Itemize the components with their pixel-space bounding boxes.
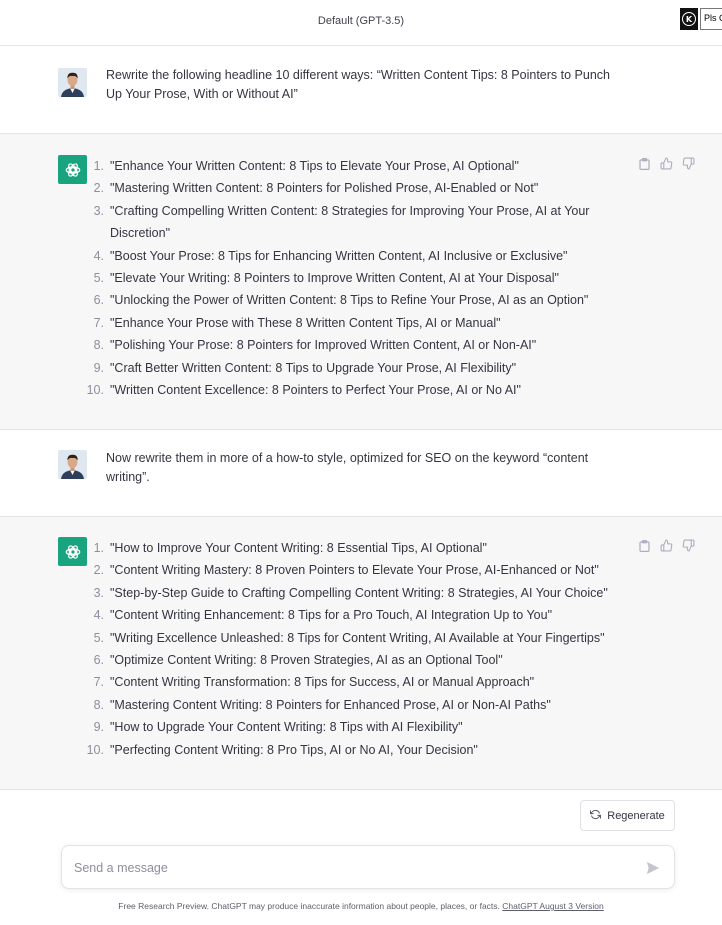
list-item: 6. "Optimize Content Writing: 8 Proven St… xyxy=(93,653,503,668)
regenerate-label: Regenerate xyxy=(607,809,665,822)
browser-extension[interactable]: K Pls C xyxy=(680,8,722,30)
user-avatar xyxy=(58,450,87,479)
thumbs-down-icon[interactable] xyxy=(682,539,695,552)
send-icon[interactable] xyxy=(645,860,661,876)
list-item: 4. "Boost Your Prose: 8 Tips for Enhancin… xyxy=(93,248,568,263)
model-title: Default (GPT-3.5) xyxy=(317,15,405,27)
regenerate-button[interactable]: Regenerate xyxy=(580,800,675,831)
openai-logo-icon xyxy=(58,155,87,184)
list-item: 10. "Written Content Excellence: 8 Pointe… xyxy=(86,383,521,398)
copy-icon[interactable] xyxy=(638,539,651,552)
list-item: 1. "Enhance Your Written Content: 8 Tips … xyxy=(93,159,519,173)
list-item: 5. "Elevate Your Writing: 8 Pointers to I… xyxy=(93,271,559,286)
list-item: 8. "Polishing Your Prose: 8 Pointers for … xyxy=(93,338,537,353)
user-message-text: Now rewrite them in more of a how-to sty… xyxy=(106,451,589,484)
list-item: 6. "Unlocking the Power of Written Conten… xyxy=(93,293,589,308)
list-item: 9. "Craft Better Written Content: 8 Tips … xyxy=(93,360,517,375)
thumbs-down-icon[interactable] xyxy=(682,157,695,170)
user-message-2: Now rewrite them in more of a how-to sty… xyxy=(0,430,722,517)
list-item: 8. "Mastering Content Writing: 8 Pointers… xyxy=(93,697,551,712)
user-avatar xyxy=(58,68,87,97)
list-item: 2. "Content Writing Mastery: 8 Proven Poi… xyxy=(93,563,599,578)
message-actions xyxy=(638,539,695,552)
list-item: 3. "Crafting Compelling Written Content: … xyxy=(93,203,590,241)
version-link[interactable]: ChatGPT August 3 Version xyxy=(502,901,603,911)
list-item: 10. "Perfecting Content Writing: 8 Pro Ti… xyxy=(86,742,478,757)
footer-disclaimer: Free Research Preview. ChatGPT may produ… xyxy=(0,901,722,911)
list-item: 4. "Content Writing Enhancement: 8 Tips f… xyxy=(93,608,553,623)
response-list: 1. "Enhance Your Written Content: 8 Tips … xyxy=(86,155,631,401)
user-message-1: Rewrite the following headline 10 differ… xyxy=(0,47,722,134)
list-item: 9. "How to Upgrade Your Content Writing: … xyxy=(93,720,463,735)
list-item: 7. "Enhance Your Prose with These 8 Writt… xyxy=(93,315,501,330)
user-message-text: Rewrite the following headline 10 differ… xyxy=(106,68,610,101)
message-composer xyxy=(61,845,675,889)
thumbs-up-icon[interactable] xyxy=(660,157,673,170)
list-item: 2. "Mastering Written Content: 8 Pointers… xyxy=(93,181,539,196)
message-actions xyxy=(638,157,695,170)
list-item: 3. "Step-by-Step Guide to Crafting Compel… xyxy=(93,585,608,600)
extension-k-icon[interactable]: K xyxy=(680,8,698,30)
message-input[interactable] xyxy=(74,858,614,878)
top-bar: Default (GPT-3.5) K Pls C xyxy=(0,0,722,46)
regenerate-icon xyxy=(590,809,602,823)
list-item: 5. "Writing Excellence Unleashed: 8 Tips … xyxy=(93,630,605,645)
assistant-message-2: 1. "How to Improve Your Content Writing: … xyxy=(0,516,722,790)
thumbs-up-icon[interactable] xyxy=(660,539,673,552)
response-list: 1. "How to Improve Your Content Writing: … xyxy=(86,537,631,761)
extension-popup[interactable]: Pls C xyxy=(700,8,722,30)
assistant-message-1: 1. "Enhance Your Written Content: 8 Tips … xyxy=(0,133,722,430)
footer-text: Free Research Preview. ChatGPT may produ… xyxy=(118,901,500,911)
copy-icon[interactable] xyxy=(638,157,651,170)
list-item: 1. "How to Improve Your Content Writing: … xyxy=(93,541,487,555)
list-item: 7. "Content Writing Transformation: 8 Tip… xyxy=(93,675,535,690)
openai-logo-icon xyxy=(58,537,87,566)
